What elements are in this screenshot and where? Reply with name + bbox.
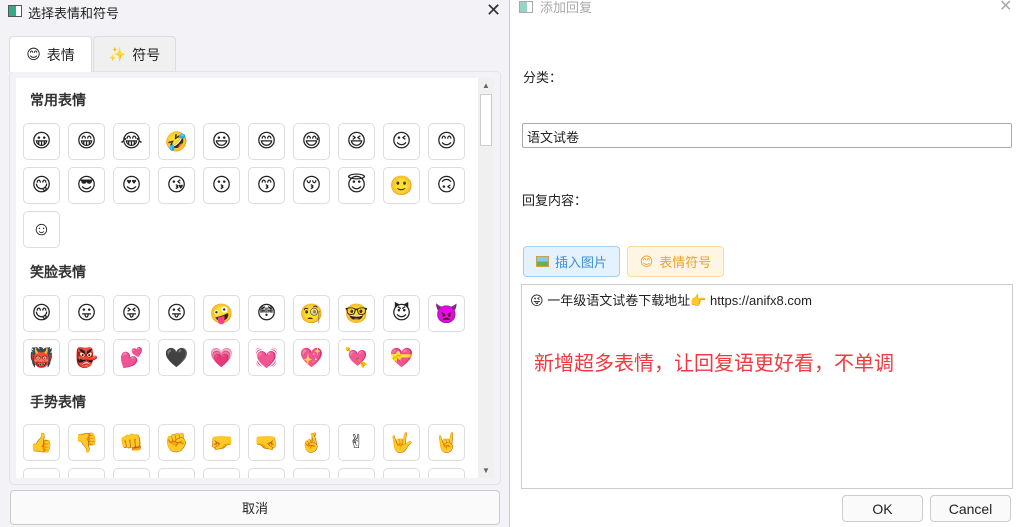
emoji-button[interactable]: 👿 [428,295,465,332]
reply-content-textarea[interactable]: 😜 一年级语文试卷下载地址👉 https://anifx8.com 新增超多表情… [521,284,1013,489]
emoji-button[interactable]: 😄 [248,123,285,160]
cancel-button[interactable]: 取消 [10,490,500,525]
insert-image-button[interactable]: 插入图片 [523,246,620,277]
emoji-button[interactable]: 😀 [23,123,60,160]
smile-icon: 😊 [26,46,41,62]
emoji-button[interactable]: 😋 [23,295,60,332]
emoji-button[interactable]: 🖤 [158,339,195,376]
url-text: https://anifx8.com [710,293,812,308]
emoji-button[interactable]: 😉 [383,123,420,160]
tab-emoji[interactable]: 😊 表情 [9,36,92,72]
emoji-button[interactable]: 🧐 [293,295,330,332]
emoji-grid-smiley: 😋 😛 😝 😜 🤪 😳 🧐 🤓 😈 👿 👹 👺 💕 🖤 💗 💓 💖 💘 💝 [23,295,465,376]
image-icon [535,256,549,267]
category-label: 分类： [523,70,563,85]
emoji-button[interactable]: 💕 [113,339,150,376]
emoji-button[interactable]: 🤘 [428,424,465,461]
app-icon [8,5,22,17]
promo-text: 新增超多表情，让回复语更好看，不单调 [534,353,894,375]
emoji-grid-gesture: 👍 👎 👊 ✊ 🤛 🤜 🤞 ✌ 🤟 🤘 [23,424,465,478]
emoji-button[interactable]: 😙 [248,167,285,204]
emoji-button[interactable]: 🤓 [338,295,375,332]
emoji-button[interactable] [338,468,375,478]
emoji-button[interactable] [248,468,285,478]
scrollbar-thumb[interactable] [480,94,492,146]
section-title: 手势表情 [30,394,86,410]
emoji-button[interactable]: 💖 [293,339,330,376]
emoji-button[interactable] [68,468,105,478]
emoji-button[interactable]: 😗 [203,167,240,204]
emoji-button[interactable]: 😛 [68,295,105,332]
emoji-button[interactable]: 😊 [428,123,465,160]
sparkle-icon: ✨ [108,46,127,62]
emoji-button[interactable]: 😋 [23,167,60,204]
cancel-button[interactable]: Cancel [930,495,1011,522]
emoji-button[interactable] [293,468,330,478]
emoji-button[interactable]: 💗 [203,339,240,376]
app-icon [519,1,533,13]
emoji-button[interactable] [203,468,240,478]
emoji-button[interactable] [428,468,465,478]
emoji-button[interactable]: 😆 [338,123,375,160]
emoji-button[interactable]: 🤛 [203,424,240,461]
emoji-button[interactable]: 😍 [113,167,150,204]
emoji-button[interactable]: ✌ [338,424,375,461]
emoji-button[interactable]: 😜 [158,295,195,332]
emoji-button[interactable] [158,468,195,478]
ok-button[interactable]: OK [842,495,923,522]
emoji-button[interactable] [23,468,60,478]
dialog-title: 添加回复 [540,0,593,15]
emoji-button[interactable]: 😈 [383,295,420,332]
content-line: 😜 一年级语文试卷下载地址👉 https://anifx8.com [530,293,812,308]
emoji-button[interactable]: 😅 [293,123,330,160]
emoji-button[interactable]: 🤣 [158,123,195,160]
close-icon[interactable]: ✕ [999,0,1012,16]
emoji-button[interactable]: 😳 [248,295,285,332]
emoji-button[interactable]: ☺ [23,211,60,248]
section-title: 笑脸表情 [30,264,86,280]
add-reply-dialog: 添加回复 ✕ 分类： 语文试卷 回复内容： 插入图片 😊 表情符号 😜 一年级语文… [511,0,1024,527]
emoji-button[interactable] [383,468,420,478]
close-icon[interactable]: ✕ [486,0,501,21]
emoji-button[interactable]: 🙃 [428,167,465,204]
emoji-button[interactable]: 👹 [23,339,60,376]
emoji-button[interactable]: 👺 [68,339,105,376]
emoji-grid-common: 😀 😁 😂 🤣 😃 😄 😅 😆 😉 😊 😋 😎 😍 😘 😗 😙 😚 😇 🙂 🙃 ☺ [23,123,465,248]
emoji-button[interactable]: 💘 [338,339,375,376]
emoji-button[interactable]: 😃 [203,123,240,160]
category-input[interactable]: 语文试卷 [522,123,1012,148]
emoji-button[interactable]: 😚 [293,167,330,204]
emoji-symbol-button[interactable]: 😊 表情符号 [627,246,724,277]
emoji-button[interactable]: 💝 [383,339,420,376]
section-title: 常用表情 [30,92,86,108]
emoji-button[interactable]: 💓 [248,339,285,376]
emoji-button[interactable]: 😂 [113,123,150,160]
emoji: 😜 [530,293,544,308]
emoji-button[interactable]: 😁 [68,123,105,160]
emoji-picker-dialog: 选择表情和符号 ✕ 😊 表情 ✨ 符号 常用表情 😀 😁 😂 🤣 😃 😄 😅 😆 😉 😊 😋 😎 😍 😘 😗 😙 😚… [0,0,510,527]
emoji-button[interactable]: 🤜 [248,424,285,461]
content-label: 回复内容： [522,193,588,208]
dialog-title: 选择表情和符号 [28,6,120,21]
emoji-scroll-area[interactable]: 常用表情 😀 😁 😂 🤣 😃 😄 😅 😆 😉 😊 😋 😎 😍 😘 😗 😙 😚 😇 🙂 🙃 ☺ 笑脸表情 😋 😛 😝 😜 🤪 😳 🧐 🤓… [16,78,494,478]
emoji-button[interactable]: 🙂 [383,167,420,204]
emoji-button[interactable]: 👎 [68,424,105,461]
tab-symbols[interactable]: ✨ 符号 [93,36,176,72]
emoji-button[interactable]: 👍 [23,424,60,461]
emoji-button[interactable] [113,468,150,478]
emoji-button[interactable]: 😎 [68,167,105,204]
emoji-button[interactable]: 😝 [113,295,150,332]
scroll-up-icon[interactable]: ▲ [478,81,494,90]
pointing-hand-icon: 👉 [690,293,707,308]
emoji-button[interactable]: 🤟 [383,424,420,461]
emoji-button[interactable]: 🤪 [203,295,240,332]
emoji-button[interactable]: 👊 [113,424,150,461]
scroll-down-icon[interactable]: ▼ [478,466,494,475]
emoji-button[interactable]: 😘 [158,167,195,204]
emoji-button[interactable]: 🤞 [293,424,330,461]
emoji-button[interactable]: ✊ [158,424,195,461]
smile-icon: 😊 [639,253,654,269]
emoji-button[interactable]: 😇 [338,167,375,204]
